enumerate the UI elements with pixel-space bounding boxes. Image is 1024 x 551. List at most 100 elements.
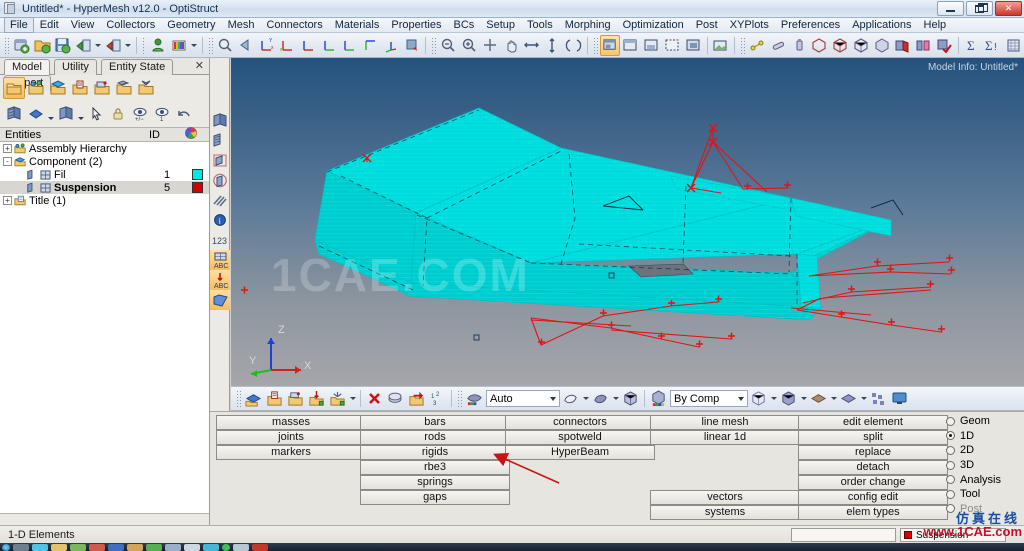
shading-icon[interactable] [464, 388, 485, 409]
window-solid-icon[interactable] [683, 35, 704, 56]
check-icon[interactable] [70, 543, 86, 551]
zoom-window-icon[interactable] [480, 35, 501, 56]
panel-button-edit-element[interactable]: edit element [798, 415, 948, 430]
tab-model[interactable]: Model [4, 59, 50, 75]
color-cube-icon[interactable] [648, 388, 669, 409]
screen-icon[interactable] [889, 388, 910, 409]
expander-icon[interactable]: + [3, 196, 12, 205]
shading-2-icon[interactable] [560, 388, 581, 409]
axis-xy-icon[interactable]: Yx [256, 35, 277, 56]
panel-button-joints[interactable]: joints [216, 430, 366, 445]
panel-button-markers[interactable]: markers [216, 445, 366, 460]
eye-one-icon[interactable]: 1 [151, 103, 173, 125]
rotate-view-icon[interactable] [402, 35, 423, 56]
image-capture-icon[interactable] [710, 35, 731, 56]
component-icon[interactable] [47, 77, 69, 99]
tree-color-swatch[interactable] [185, 182, 209, 193]
radio-analysis[interactable]: Analysis [946, 472, 1022, 487]
window-capture-icon[interactable] [641, 35, 662, 56]
axis-yz-icon[interactable] [360, 35, 381, 56]
toolbar-grip-5[interactable] [592, 36, 598, 54]
shading-3-icon[interactable] [590, 388, 611, 409]
teal-app-icon[interactable] [203, 543, 219, 551]
menu-setup[interactable]: Setup [480, 18, 521, 32]
mass-icon[interactable] [789, 35, 810, 56]
axis-yx-icon[interactable]: x [277, 35, 298, 56]
axis-xz-icon[interactable] [319, 35, 340, 56]
shaded-solid-icon[interactable] [872, 35, 893, 56]
line-edit-icon[interactable] [768, 35, 789, 56]
close-panel-icon[interactable]: ✕ [195, 59, 204, 72]
green-app-icon[interactable] [146, 543, 162, 551]
user-profile-icon[interactable] [148, 35, 169, 56]
minimize-button[interactable] [937, 1, 964, 16]
radio-2d[interactable]: 2D [946, 443, 1022, 458]
plate-dropdown-icon[interactable] [859, 388, 868, 409]
axis-zy-icon[interactable] [339, 35, 360, 56]
ie-icon[interactable] [13, 543, 29, 551]
property-shape-icon[interactable] [25, 103, 47, 125]
shading-3-dropdown-icon[interactable] [611, 388, 620, 409]
color-dropdown-icon[interactable] [190, 35, 199, 56]
explorer-icon[interactable] [51, 543, 67, 551]
section-red-icon[interactable] [893, 35, 914, 56]
window-tile-icon[interactable] [620, 35, 641, 56]
delete-red-icon[interactable] [364, 388, 385, 409]
radio-3d[interactable]: 3D [946, 458, 1022, 473]
menu-applications[interactable]: Applications [846, 18, 917, 32]
panel-button-springs[interactable]: springs [360, 475, 510, 490]
menu-help[interactable]: Help [918, 18, 953, 32]
summation-warn-icon[interactable]: Σ! [983, 35, 1004, 56]
green-circle-icon[interactable] [222, 543, 230, 551]
component-frame-icon[interactable] [210, 150, 230, 170]
tree-row-title[interactable]: + Title (1) [0, 194, 209, 207]
panel-button-spotweld[interactable]: spotweld [505, 430, 655, 445]
shaded-cube-dropdown-icon[interactable] [799, 388, 808, 409]
arrow-left-right-icon[interactable] [521, 35, 542, 56]
property-dropdown-icon[interactable] [47, 103, 55, 125]
window-fit-icon[interactable] [599, 34, 621, 56]
set-icon[interactable] [135, 77, 157, 99]
radio-tool[interactable]: Tool [946, 487, 1022, 502]
menu-collectors[interactable]: Collectors [100, 18, 161, 32]
menu-preferences[interactable]: Preferences [775, 18, 846, 32]
load-icon[interactable] [306, 388, 327, 409]
toolbar-grip-3[interactable] [207, 36, 213, 54]
axis-iso-icon[interactable] [381, 35, 402, 56]
toolbar-grip-4[interactable] [431, 36, 437, 54]
shaded-cube-icon[interactable] [778, 388, 799, 409]
person-icon[interactable] [127, 543, 143, 551]
panel-button-rbe3[interactable]: rbe3 [360, 460, 510, 475]
panel-button-rods[interactable]: rods [360, 430, 510, 445]
blue-app-icon[interactable] [108, 543, 124, 551]
component-flag-icon[interactable] [3, 103, 25, 125]
wire-box-icon[interactable] [830, 35, 851, 56]
doc-icon[interactable] [165, 543, 181, 551]
shading-dropdown-icon[interactable] [581, 388, 590, 409]
renumber-icon[interactable]: 12 3 [427, 388, 448, 409]
wireframe-dropdown-icon[interactable] [769, 388, 778, 409]
lock-icon[interactable] [107, 103, 129, 125]
menu-view[interactable]: View [65, 18, 101, 32]
cube-icon[interactable] [620, 388, 641, 409]
menu-connectors[interactable]: Connectors [260, 18, 328, 32]
export-icon[interactable] [103, 35, 124, 56]
mesh-abc-icon[interactable]: ABC [210, 250, 230, 270]
panel-button-order-change[interactable]: order change [798, 475, 948, 490]
save-model-icon[interactable] [52, 35, 73, 56]
mask-icon[interactable] [385, 388, 406, 409]
folder-icon[interactable] [3, 77, 25, 99]
plate-icon[interactable] [838, 388, 859, 409]
menu-file[interactable]: File [4, 17, 34, 33]
display-dropdown-icon[interactable] [348, 388, 357, 409]
component-shape-icon[interactable] [55, 103, 77, 125]
axis-zx-icon[interactable] [298, 35, 319, 56]
tree-row-suspension[interactable]: Suspension 5 [0, 181, 209, 194]
envelope-icon[interactable] [184, 543, 200, 551]
group-icon[interactable] [113, 77, 135, 99]
tab-utility[interactable]: Utility [54, 59, 97, 75]
matrix-icon[interactable] [1003, 35, 1024, 56]
panel-button-split[interactable]: split [798, 430, 948, 445]
assembly-icon[interactable] [25, 77, 47, 99]
panel-button-elem-types[interactable]: elem types [798, 505, 948, 520]
